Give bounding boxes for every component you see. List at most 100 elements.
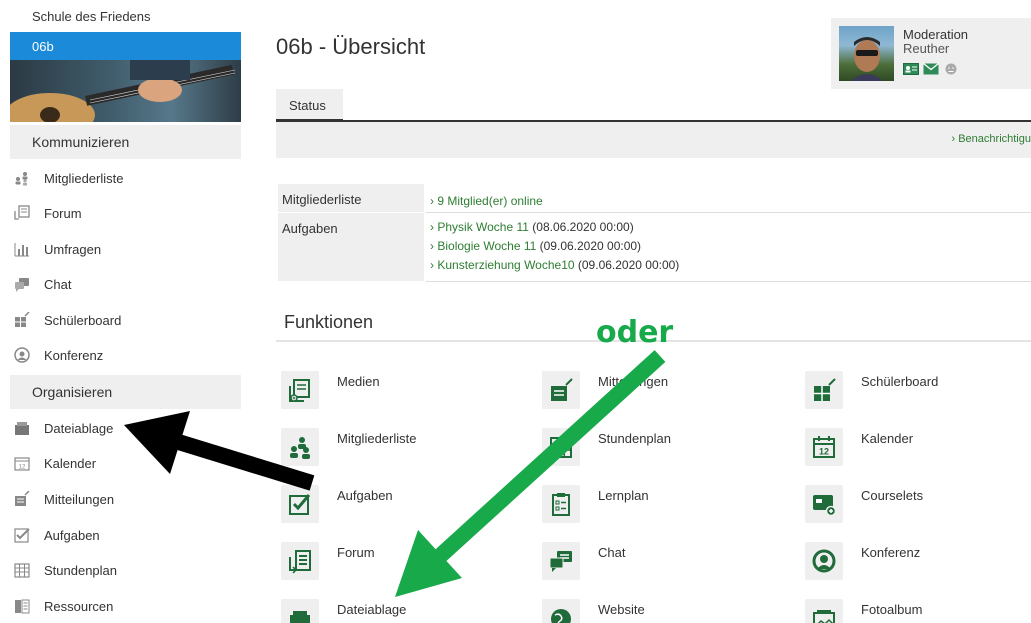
group-banner-image <box>10 60 241 122</box>
sidebar-item-umfragen[interactable]: Umfragen <box>12 233 101 265</box>
function-label: Medien <box>337 374 380 389</box>
function-fotoalbum[interactable]: Fotoalbum <box>805 599 922 623</box>
sidebar-item-mitteilungen[interactable]: Mitteilungen <box>12 483 114 515</box>
function-medien[interactable]: Medien <box>281 371 380 409</box>
moderator-role: Moderation <box>903 27 969 42</box>
forum-icon <box>12 205 32 221</box>
chat-icon <box>12 276 32 292</box>
info-members-value: › 9 Mitglied(er) online <box>426 184 1031 212</box>
function-forum[interactable]: Forum <box>281 542 375 580</box>
function-label: Konferenz <box>861 545 921 560</box>
contact-card-icon[interactable] <box>903 62 919 75</box>
tasks-icon <box>12 527 32 543</box>
courselets-icon <box>805 485 843 523</box>
moderator-name[interactable]: Reuther <box>903 41 949 56</box>
function-label: Lernplan <box>598 488 649 503</box>
resources-icon <box>12 598 32 614</box>
function-konferenz[interactable]: Konferenz <box>805 542 920 580</box>
sidebar-item-label: Umfragen <box>44 241 102 257</box>
info-label-members: Mitgliederliste <box>278 184 424 212</box>
task-name: Biologie Woche 11 <box>437 239 537 253</box>
function-website[interactable]: Website <box>542 599 645 623</box>
task-date: (08.06.2020 00:00) <box>532 220 634 234</box>
sidebar-item-schuelerboard[interactable]: Schülerboard <box>12 304 121 336</box>
info-label-tasks: Aufgaben <box>278 213 424 281</box>
tab-status[interactable]: Status <box>276 89 343 121</box>
task-item[interactable]: › Physik Woche 11 (08.06.2020 00:00) <box>430 218 1031 237</box>
function-courselets[interactable]: Courselets <box>805 485 923 523</box>
svg-text:12: 12 <box>819 447 829 457</box>
messages-icon <box>12 491 32 507</box>
function-label: Kalender <box>861 431 914 446</box>
info-tasks-list: › Physik Woche 11 (08.06.2020 00:00) › B… <box>426 213 1031 281</box>
function-label: Forum <box>337 545 375 560</box>
function-label: Chat <box>598 545 626 560</box>
status-offline-icon <box>943 62 959 75</box>
calendar-icon: 12 <box>12 455 32 471</box>
timetable-icon <box>12 562 32 578</box>
avatar[interactable] <box>839 26 894 81</box>
sidebar-item-konferenz[interactable]: Konferenz <box>12 339 103 371</box>
sidebar-item-chat[interactable]: Chat <box>12 268 71 300</box>
school-name[interactable]: Schule des Friedens <box>32 9 151 24</box>
notification-bar <box>276 122 1031 158</box>
function-lernplan[interactable]: Lernplan <box>542 485 649 523</box>
sidebar-item-label: Schülerboard <box>44 312 122 328</box>
function-schuelerboard[interactable]: Schülerboard <box>805 371 938 409</box>
folder-icon <box>281 599 319 623</box>
function-chat[interactable]: Chat <box>542 542 625 580</box>
sidebar-item-aufgaben[interactable]: Aufgaben <box>12 519 100 551</box>
task-date: (09.06.2020 00:00) <box>539 239 642 253</box>
function-aufgaben[interactable]: Aufgaben <box>281 485 393 523</box>
sidebar-item-label: Dateiablage <box>44 420 114 436</box>
folder-icon <box>12 420 32 436</box>
function-label: Schülerboard <box>861 374 939 389</box>
task-date: (09.06.2020 00:00) <box>577 258 680 272</box>
section-kommunizieren: Kommunizieren <box>10 125 241 159</box>
sidebar-item-stundenplan[interactable]: Stundenplan <box>12 554 117 586</box>
sidebar-item-label: Stundenplan <box>44 562 118 578</box>
tasks-icon <box>281 485 319 523</box>
group-title[interactable]: 06b <box>10 32 241 60</box>
sidebar-item-label: Mitteilungen <box>44 491 115 507</box>
members-online-text: 9 Mitglied(er) online <box>437 194 543 208</box>
function-mitteilungen[interactable]: Mitteilungen <box>542 371 668 409</box>
function-label: Mitgliederliste <box>337 431 417 446</box>
annotation-oder-label: oder <box>596 315 674 350</box>
function-label: Stundenplan <box>598 431 672 446</box>
svg-text:12: 12 <box>19 465 26 471</box>
sidebar-item-kalender[interactable]: 12 Kalender <box>12 447 96 479</box>
task-item[interactable]: › Biologie Woche 11 (09.06.2020 00:00) <box>430 237 1031 256</box>
sidebar-item-dateiablage[interactable]: Dateiablage <box>12 412 113 444</box>
function-label: Website <box>598 602 645 617</box>
functions-heading: Funktionen <box>284 312 374 332</box>
function-dateiablage[interactable]: Dateiablage <box>281 599 406 623</box>
messages-icon <box>542 371 580 409</box>
notifications-link[interactable]: › Benachrichtigu <box>952 133 1031 145</box>
members-online-link[interactable]: › 9 Mitglied(er) online <box>430 192 1031 211</box>
function-mitgliederliste[interactable]: Mitgliederliste <box>281 428 416 466</box>
task-name: Physik Woche 11 <box>437 220 529 234</box>
function-label: Aufgaben <box>337 488 393 503</box>
sidebar-item-label: Mitgliederliste <box>44 170 124 186</box>
function-stundenplan[interactable]: Stundenplan <box>542 428 671 466</box>
board-icon <box>805 371 843 409</box>
conference-icon <box>805 542 843 580</box>
sidebar-item-label: Forum <box>44 205 82 221</box>
function-label: Dateiablage <box>337 602 407 617</box>
task-item[interactable]: › Kunsterziehung Woche10 (09.06.2020 00:… <box>430 256 1031 275</box>
sidebar-item-forum[interactable]: Forum <box>12 197 82 229</box>
function-kalender[interactable]: 12 Kalender <box>805 428 913 466</box>
sidebar-item-mitgliederliste[interactable]: Mitgliederliste <box>12 162 123 194</box>
forum-icon <box>281 542 319 580</box>
media-icon <box>281 371 319 409</box>
photo-album-icon <box>805 599 843 623</box>
divider <box>426 281 1031 282</box>
poll-icon <box>12 241 32 257</box>
function-label: Courselets <box>861 488 924 503</box>
sidebar-item-ressourcen[interactable]: Ressourcen <box>12 590 113 622</box>
function-label: Fotoalbum <box>861 602 923 617</box>
page-title: 06b - Übersicht <box>276 34 426 59</box>
chat-icon <box>542 542 580 580</box>
mail-icon[interactable] <box>923 62 939 75</box>
